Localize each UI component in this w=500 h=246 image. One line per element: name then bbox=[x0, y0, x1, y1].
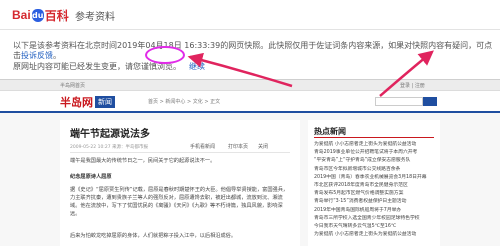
article-subheading: 纪念屈原诗人屈原 bbox=[70, 174, 112, 180]
sidebar-underline bbox=[314, 137, 434, 138]
article-meta: 2009-05-22 10:27 来源：半岛都市报 bbox=[70, 145, 148, 150]
list-item[interactable]: 青岛2019事业单位公开招聘笔试将于本周六开考 bbox=[314, 149, 438, 157]
article-divider bbox=[70, 152, 290, 153]
snapshot-notice: 以下是该参考资料在北京时间2019年04月18日 16:33:39的网页快照。此… bbox=[13, 41, 493, 72]
list-item[interactable]: 2019年中国青岛国际帆船周将于7月举办 bbox=[314, 207, 438, 215]
brand-tag: 新闻 bbox=[95, 96, 115, 108]
search-input[interactable] bbox=[375, 97, 423, 106]
feedback-link[interactable]: 投诉反馈 bbox=[21, 51, 53, 60]
list-item[interactable]: 市北区获评2018年度青岛市全民健身示范区 bbox=[314, 182, 438, 190]
snapshot-home-link[interactable]: 半岛网首页 bbox=[60, 82, 85, 89]
notice-line-2: 原网址内容可能已经发生变更，请您谨慎浏览。 继续 bbox=[13, 62, 493, 72]
page-title: 参考资料 bbox=[75, 12, 115, 23]
bandao-logo[interactable]: 半岛网 新闻 bbox=[60, 95, 115, 109]
highlight-circle bbox=[145, 46, 185, 64]
logo-text-baike: 百科 bbox=[44, 8, 69, 23]
search-button[interactable] bbox=[423, 97, 437, 106]
article-paragraph: 后来为怕蛟龙吃掉屈原的身体，人们就把粽子投入江中，以后相沿成俗。 bbox=[70, 233, 237, 239]
hot-news-sidebar: 热点新闻 为爱挺航 小小志愿者走上街头为爱挺航公益活动 青岛2019事业单位公开… bbox=[308, 120, 440, 246]
logo-text-bai: Bai bbox=[12, 8, 31, 22]
list-item[interactable]: 为爱挺航 小小志愿者走上街头为爱挺航公益活动 bbox=[314, 231, 438, 239]
snapshot-navbar: 半岛网 新闻 首页 > 新闻中心 > 文化 > 正文 bbox=[0, 91, 500, 113]
notice-period: 。 bbox=[53, 51, 61, 60]
list-item[interactable]: 今日我市天气晴转多云气温5℃至16℃ bbox=[314, 223, 438, 231]
snapshot-topbar: 半岛网首页 登录 | 注册 bbox=[0, 80, 500, 91]
list-item[interactable]: 青岛发布5月起市区燃气价格调整实施方案 bbox=[314, 190, 438, 198]
article-paragraph: 据《史记》“屈原贾生列传”记载，屈原是春秋时期楚怀王的大臣。他倡导举贤授能，富国… bbox=[70, 187, 289, 217]
article-paragraph: 端午是我国最大的传统节日之一，民间关于它的起源说法不一。 bbox=[70, 158, 216, 164]
baidu-baike-logo[interactable]: Bai du 百科 bbox=[12, 7, 69, 23]
brand-name: 半岛网 bbox=[60, 97, 93, 109]
list-item[interactable]: 青岛举行“3·15”消费者权益保护日主题活动 bbox=[314, 198, 438, 206]
notice-warning: 原网址内容可能已经发生变更，请您谨慎浏览。 bbox=[13, 62, 181, 71]
print-link[interactable]: 打印本页 bbox=[228, 143, 248, 150]
paw-icon: du bbox=[31, 8, 44, 22]
article-title: 端午节起源说法多 bbox=[70, 129, 150, 140]
continue-button[interactable]: 继续 bbox=[189, 62, 205, 72]
top-header: Bai du 百科 参考资料 bbox=[0, 0, 500, 30]
sidebar-title: 热点新闻 bbox=[314, 127, 346, 136]
header-divider bbox=[63, 9, 64, 22]
article: 端午节起源说法多 2009-05-22 10:27 来源：半岛都市报 手机看新闻… bbox=[60, 120, 300, 246]
notice-text: 以下是该参考资料在北京时间2019年04月18日 16:33:39的网页快照。此… bbox=[13, 41, 493, 60]
snapshot-login-link[interactable]: 登录 | 注册 bbox=[400, 82, 425, 89]
hot-news-list: 为爱挺航 小小志愿者走上街头为爱挺航公益活动 青岛2019事业单位公开招聘笔试将… bbox=[314, 141, 438, 239]
list-item[interactable]: “平安青岛”上“守护青岛”成立保安志愿服务队 bbox=[314, 157, 438, 165]
archived-page: 半岛网首页 登录 | 注册 半岛网 新闻 首页 > 新闻中心 > 文化 > 正文… bbox=[0, 79, 500, 246]
list-item[interactable]: 青岛市区今年拟新增城市公交线路百余条 bbox=[314, 166, 438, 174]
list-item[interactable]: 为爱挺航 小小志愿者走上街头为爱挺航公益活动 bbox=[314, 141, 438, 149]
close-link[interactable]: 关闭 bbox=[258, 143, 268, 150]
mobile-news-link[interactable]: 手机看新闻 bbox=[190, 143, 215, 150]
list-item[interactable]: 2019中国（青岛）春季农业机械展览会3月18日开幕 bbox=[314, 174, 438, 182]
notice-line-1: 以下是该参考资料在北京时间2019年04月18日 16:33:39的网页快照。此… bbox=[13, 41, 493, 61]
breadcrumb[interactable]: 首页 > 新闻中心 > 文化 > 正文 bbox=[148, 98, 220, 105]
list-item[interactable]: 青岛市三所学校入选全国青少年校园足球特色学校 bbox=[314, 215, 438, 223]
